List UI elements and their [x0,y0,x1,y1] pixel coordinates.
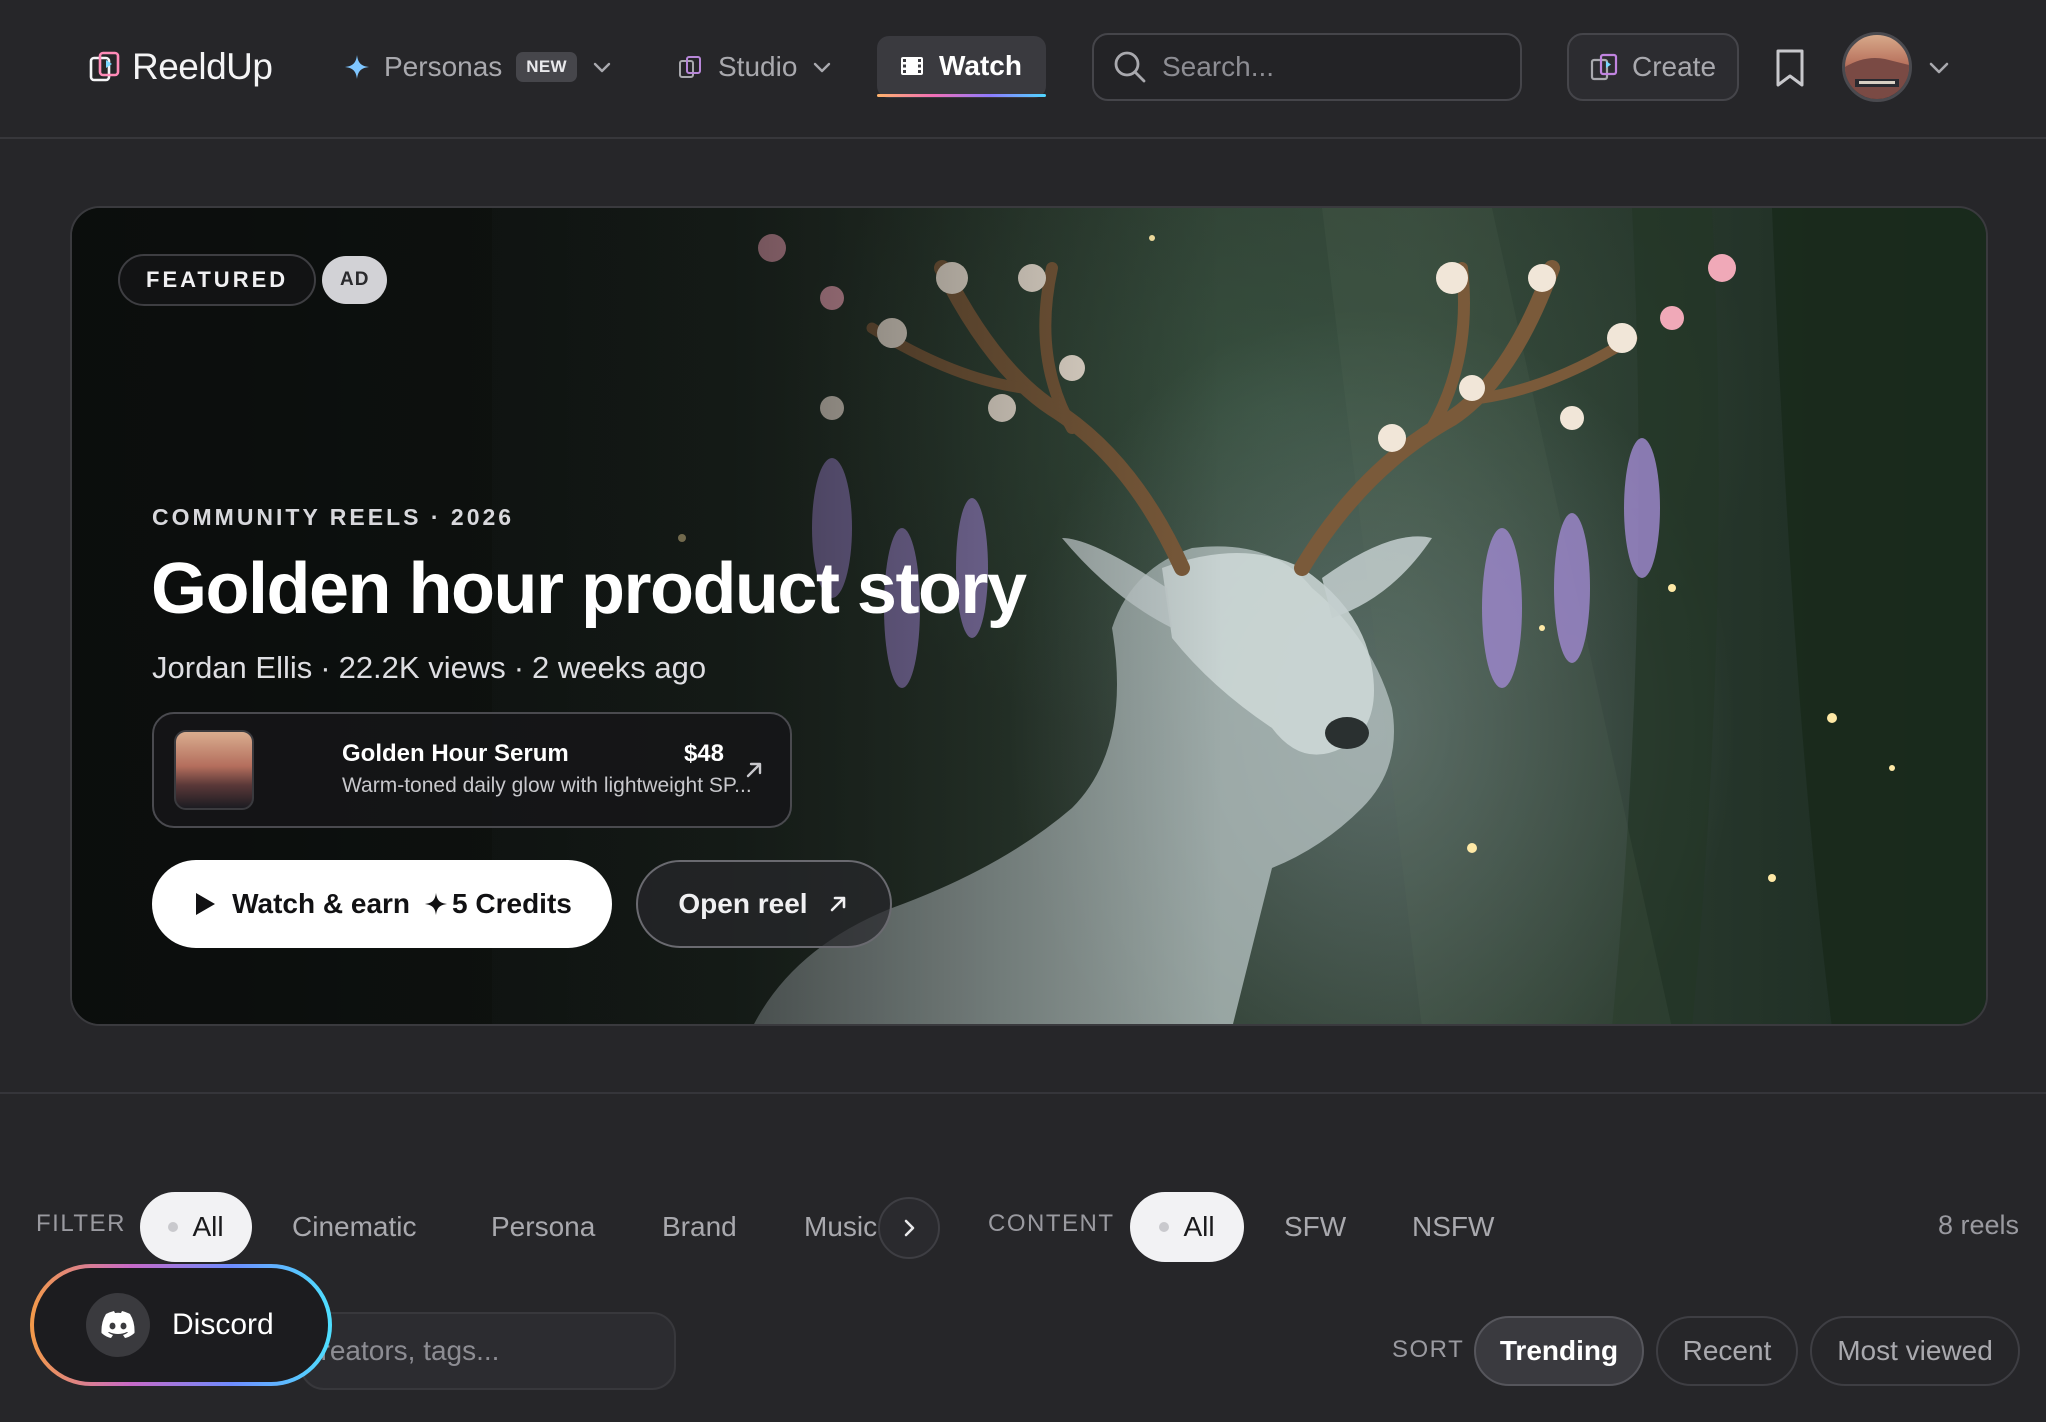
active-dot [1159,1222,1170,1232]
discord-icon-badge [86,1293,150,1357]
new-badge: NEW [516,52,577,82]
logo-icon [89,51,120,82]
hero-eyebrow: COMMUNITY REELS · 2026 [152,504,515,530]
filter-chip-label: Brand [662,1211,737,1242]
chevron-down-icon[interactable] [1926,55,1952,81]
content-chip-nsfw[interactable]: NSFW [1392,1192,1514,1262]
product-card[interactable]: Golden Hour Serum $48 Warm-toned daily g… [152,712,792,828]
hero-title[interactable]: Golden hour product story [151,548,1027,630]
sort-recent-button[interactable]: Recent [1656,1316,1798,1386]
active-dot [168,1222,179,1232]
content-chip-label: All [1183,1211,1215,1242]
create-icon [1590,53,1618,81]
section-divider [0,1092,2046,1094]
hero-views: 22.2K views [338,650,506,685]
product-description: Warm-toned daily glow with lightweight S… [342,774,752,797]
discord-icon [101,1311,135,1338]
content-chip-sfw[interactable]: SFW [1264,1192,1366,1262]
sort-most-viewed-button[interactable]: Most viewed [1810,1316,2020,1386]
sort-label: SORT [1392,1336,1465,1363]
creator-search-input[interactable] [302,1335,648,1367]
search-input[interactable] [1162,51,1502,83]
nav-studio-label: Studio [718,51,798,82]
chevron-down-icon[interactable] [591,56,613,78]
product-name: Golden Hour Serum [342,740,569,767]
play-icon [196,893,216,915]
open-reel-label: Open reel [678,888,808,919]
nav-watch-label: Watch [939,49,1022,81]
featured-hero[interactable]: FEATURED AD COMMUNITY REELS · 2026 Golde… [70,206,1988,1026]
sort-option-label: Trending [1499,1335,1619,1366]
discord-label: Discord [172,1308,274,1341]
nav-watch[interactable]: Watch [877,36,1046,98]
avatar-image [1845,58,1909,99]
app-logo[interactable]: ReeldUp [88,44,273,90]
filter-chip-persona[interactable]: Persona [471,1192,615,1262]
app-name: ReeldUp [132,46,273,87]
nav-studio[interactable]: Studio [656,36,855,98]
external-link-icon [746,762,762,778]
product-thumbnail [174,730,254,810]
search-box[interactable] [1092,33,1522,101]
hero-meta: Jordan Ellis · 22.2K views · 2 weeks ago [152,650,706,686]
sort-option-label: Most viewed [1837,1335,1993,1366]
meta-separator: · [320,650,331,685]
filter-chip-label: All [192,1211,224,1242]
ad-badge: AD [322,256,388,304]
external-link-icon [830,896,845,912]
nav-personas-label: Personas [384,51,503,82]
studio-icon [679,56,701,78]
creator-search-box[interactable] [300,1312,676,1390]
filter-label: FILTER [36,1210,126,1237]
sparkle-icon [345,55,369,79]
filter-chip-all[interactable]: All [140,1192,252,1262]
chevron-down-icon[interactable] [811,56,833,78]
watch-earn-button[interactable]: Watch & earn 5 Credits [152,860,612,948]
top-navigation: ReeldUp Personas NEW Studio Watch Search… [0,0,2046,139]
user-avatar[interactable] [1842,32,1912,102]
sort-trending-button[interactable]: Trending [1474,1316,1644,1386]
content-chip-label: SFW [1284,1211,1347,1242]
sort-option-label: Recent [1682,1335,1772,1366]
reels-count: 8 reels [1937,1210,2019,1240]
filter-scroll-next-button[interactable] [878,1197,940,1259]
discord-button[interactable]: Discord [30,1264,332,1386]
nav-personas[interactable]: Personas NEW [322,36,635,98]
film-icon [901,56,923,75]
filter-chip-brand[interactable]: Brand [642,1192,757,1262]
filter-chip-label: Music [804,1211,878,1242]
featured-badge: FEATURED [118,254,317,306]
watch-reward: 5 Credits [452,888,572,919]
filter-chip-music[interactable]: Music [784,1192,884,1262]
meta-separator: · [513,650,525,685]
watch-earn-label: Watch & earn [232,888,411,919]
sparkle-icon [424,892,448,916]
chevron-right-icon [904,1219,915,1237]
filter-chip-label: Cinematic [292,1211,417,1242]
content-label: CONTENT [988,1210,1115,1237]
content-chip-all[interactable]: All [1130,1192,1244,1262]
open-reel-button[interactable]: Open reel [636,860,892,948]
filter-chip-cinematic[interactable]: Cinematic [272,1192,436,1262]
filter-chip-label: Persona [491,1211,596,1242]
content-chip-label: NSFW [1412,1211,1495,1242]
hero-age: 2 weeks ago [532,650,707,685]
product-price: $48 [683,740,724,767]
search-icon [1114,51,1146,83]
create-label: Create [1631,51,1717,82]
create-button[interactable]: Create [1567,33,1739,101]
bookmark-icon[interactable] [1773,48,1807,88]
hero-author[interactable]: Jordan Ellis [152,650,312,686]
